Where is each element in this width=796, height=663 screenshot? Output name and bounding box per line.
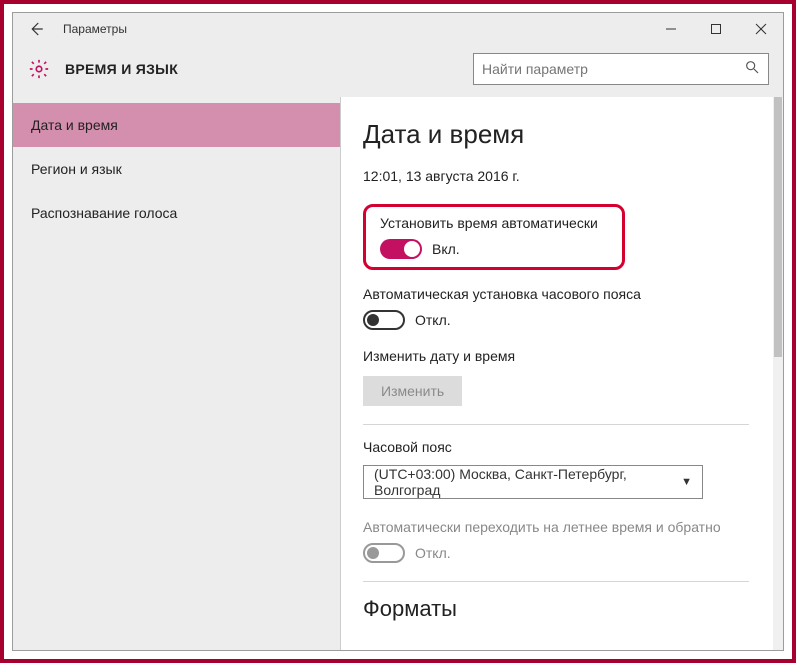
current-datetime: 12:01, 13 августа 2016 г. — [363, 168, 749, 184]
sidebar-item-region-language[interactable]: Регион и язык — [13, 147, 340, 191]
sidebar-item-speech[interactable]: Распознавание голоса — [13, 191, 340, 235]
sidebar-item-label: Распознавание голоса — [31, 205, 177, 221]
auto-time-state: Вкл. — [432, 241, 460, 257]
search-input[interactable] — [482, 61, 744, 77]
scrollbar-thumb[interactable] — [774, 97, 782, 357]
auto-timezone-toggle[interactable] — [363, 310, 405, 330]
timezone-select[interactable]: (UTC+03:00) Москва, Санкт-Петербург, Вол… — [363, 465, 703, 499]
auto-time-label: Установить время автоматически — [380, 215, 608, 231]
timezone-label: Часовой пояс — [363, 439, 749, 455]
titlebar: Параметры — [13, 13, 783, 45]
gear-icon — [27, 57, 51, 81]
maximize-button[interactable] — [693, 14, 738, 44]
scrollbar[interactable] — [773, 97, 783, 650]
close-button[interactable] — [738, 14, 783, 44]
highlight-box: Установить время автоматически Вкл. — [363, 204, 625, 270]
page-title: Дата и время — [363, 119, 749, 150]
maximize-icon — [710, 23, 722, 35]
divider — [363, 581, 749, 582]
settings-window: Параметры ВРЕМЯ И ЯЗЫ — [12, 12, 784, 651]
close-icon — [755, 23, 767, 35]
change-datetime-button[interactable]: Изменить — [363, 376, 462, 406]
category-title: ВРЕМЯ И ЯЗЫК — [65, 61, 178, 77]
timezone-value: (UTC+03:00) Москва, Санкт-Петербург, Вол… — [374, 466, 681, 498]
dst-state: Откл. — [415, 545, 451, 561]
change-datetime-label: Изменить дату и время — [363, 348, 749, 364]
dst-label: Автоматически переходить на летнее время… — [363, 519, 749, 535]
minimize-icon — [665, 23, 677, 35]
search-icon — [744, 59, 760, 80]
arrow-left-icon — [27, 20, 45, 38]
header: ВРЕМЯ И ЯЗЫК — [13, 45, 783, 97]
sidebar-item-date-time[interactable]: Дата и время — [13, 103, 340, 147]
window-controls — [648, 14, 783, 44]
sidebar-item-label: Регион и язык — [31, 161, 122, 177]
divider — [363, 424, 749, 425]
search-box[interactable] — [473, 53, 769, 85]
content-panel: Дата и время 12:01, 13 августа 2016 г. У… — [341, 97, 771, 650]
sidebar-item-label: Дата и время — [31, 117, 118, 133]
auto-timezone-state: Откл. — [415, 312, 451, 328]
minimize-button[interactable] — [648, 14, 693, 44]
formats-title: Форматы — [363, 596, 749, 622]
window-title: Параметры — [63, 22, 127, 36]
back-button[interactable] — [21, 14, 51, 44]
auto-time-toggle[interactable] — [380, 239, 422, 259]
auto-timezone-label: Автоматическая установка часового пояса — [363, 286, 749, 302]
chevron-down-icon: ▼ — [681, 476, 692, 488]
sidebar: Дата и время Регион и язык Распознавание… — [13, 97, 340, 650]
dst-toggle — [363, 543, 405, 563]
